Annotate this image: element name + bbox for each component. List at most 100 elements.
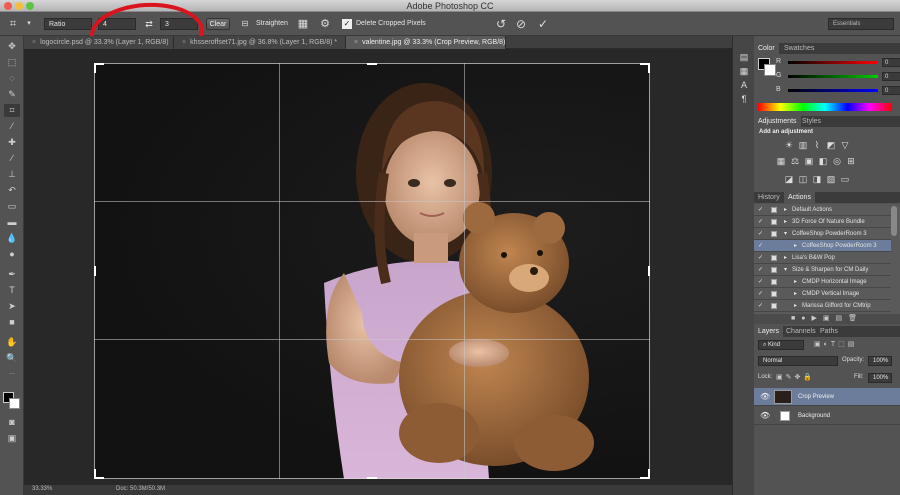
lasso-tool-icon[interactable]: ◌ xyxy=(4,72,20,85)
delete-cropped-checkbox[interactable]: ✓ xyxy=(342,19,352,29)
photo-canvas[interactable] xyxy=(94,63,650,479)
eyedropper-tool-icon[interactable]: ⁄ xyxy=(4,120,20,133)
lock-icons[interactable]: ▣✎✥🔒 xyxy=(776,373,815,381)
healing-brush-tool-icon[interactable]: ✚ xyxy=(4,136,20,149)
tab-styles[interactable]: Styles xyxy=(798,116,825,127)
clear-button[interactable]: Clear xyxy=(206,18,230,30)
clone-stamp-tool-icon[interactable]: ⊥ xyxy=(4,168,20,181)
tab-layers[interactable]: Layers xyxy=(754,326,784,337)
tab-history[interactable]: History xyxy=(754,192,784,203)
workspace-select[interactable]: Essentials xyxy=(828,18,894,30)
panel-background-swatch[interactable] xyxy=(764,64,776,76)
tab-channels[interactable]: Channels xyxy=(782,326,820,337)
opacity-field[interactable]: 100% xyxy=(868,356,892,366)
dodge-tool-icon[interactable]: ● xyxy=(4,248,20,261)
zoom-level[interactable]: 33.33% xyxy=(32,486,52,492)
overlay-grid-icon[interactable]: ▦ xyxy=(296,17,310,31)
type-tool-icon[interactable]: T xyxy=(4,284,20,297)
marquee-tool-icon[interactable]: ⬚ xyxy=(4,56,20,69)
tab-color[interactable]: Color xyxy=(754,43,779,54)
eye-icon[interactable]: 👁 xyxy=(760,407,770,425)
crop-corner-handle[interactable] xyxy=(640,63,650,73)
color-balance-icon[interactable]: ▣ xyxy=(804,156,814,166)
screen-mode-icon[interactable]: ▣ xyxy=(4,432,20,445)
crop-corner-handle[interactable] xyxy=(640,469,650,479)
action-row-selected[interactable]: ✓ ▸ CoffeeShop PowderRoom 3 xyxy=(754,240,891,252)
history-brush-tool-icon[interactable]: ↶ xyxy=(4,184,20,197)
crop-edge-handle[interactable] xyxy=(367,477,377,479)
gradient-map-icon[interactable]: ▽ xyxy=(840,140,850,150)
pen-tool-icon[interactable]: ✒ xyxy=(4,268,20,281)
crop-edge-handle[interactable] xyxy=(367,63,377,65)
straighten-label[interactable]: Straighten xyxy=(256,20,288,27)
green-slider[interactable]: G 0 xyxy=(776,72,900,81)
action-set-row[interactable]: ✓ ▸ 3D Force Of Nature Bundle xyxy=(754,216,891,228)
tab-swatches[interactable]: Swatches xyxy=(780,43,818,54)
curves-adjust-icon[interactable]: ⌇ xyxy=(812,140,822,150)
layer-filter-icons[interactable]: ▣◐T⬚▤ xyxy=(814,340,857,348)
action-set-row[interactable]: ✓ ▾ Size & Sharpen for CM Daily xyxy=(754,264,891,276)
crop-tool-icon[interactable]: ⌗ xyxy=(6,17,20,31)
crop-edge-handle[interactable] xyxy=(648,266,650,276)
history-panel-icon[interactable]: ▤ xyxy=(739,52,749,62)
cancel-crop-icon[interactable]: ⊘ xyxy=(514,17,528,31)
exposure-adjust-icon[interactable]: ◩ xyxy=(826,140,836,150)
path-select-tool-icon[interactable]: ➤ xyxy=(4,300,20,313)
crop-tool-icon[interactable]: ⌗ xyxy=(4,104,20,117)
tool-preset-dropdown-icon[interactable]: ▾ xyxy=(22,17,36,31)
tab-close-icon[interactable]: × xyxy=(354,39,358,46)
action-row[interactable]: ✓ ▸ Marissa Gifford for CMtrip xyxy=(754,300,891,312)
actions-scrollbar[interactable] xyxy=(891,206,897,236)
red-value-field[interactable]: 0 xyxy=(882,58,900,67)
shape-tool-icon[interactable]: ■ xyxy=(4,316,20,329)
hue-saturation-icon[interactable]: ⚖ xyxy=(790,156,800,166)
paragraph-panel-icon[interactable]: ¶ xyxy=(739,94,749,104)
green-value-field[interactable]: 0 xyxy=(882,72,900,81)
swatches-panel-icon[interactable]: ▦ xyxy=(739,66,749,76)
crop-settings-gear-icon[interactable]: ⚙ xyxy=(318,17,332,31)
background-color-swatch[interactable] xyxy=(9,398,20,409)
levels-adjust-icon[interactable]: ▥ xyxy=(798,140,808,150)
canvas-area[interactable] xyxy=(24,49,750,485)
commit-crop-icon[interactable]: ✓ xyxy=(536,17,550,31)
tab-actions[interactable]: Actions xyxy=(784,192,815,203)
fill-field[interactable]: 100% xyxy=(868,373,892,383)
red-slider[interactable]: R 0 xyxy=(776,58,900,67)
action-set-row[interactable]: ✓ ▾ CoffeeShop PowderRoom 3 xyxy=(754,228,891,240)
layer-filter-kind[interactable]: ⌕ Kind xyxy=(758,340,804,350)
blue-slider[interactable]: B 0 xyxy=(776,86,900,95)
gradient-tool-icon[interactable]: ▬ xyxy=(4,216,20,229)
tab-paths[interactable]: Paths xyxy=(816,326,842,337)
brush-tool-icon[interactable]: ∕ xyxy=(4,152,20,165)
blue-value-field[interactable]: 0 xyxy=(882,86,900,95)
blur-tool-icon[interactable]: 💧 xyxy=(4,232,20,245)
quick-mask-icon[interactable]: ◙ xyxy=(4,416,20,429)
actions-footer-buttons[interactable]: ■●▶▣▤🗑 xyxy=(754,314,900,324)
crop-corner-handle[interactable] xyxy=(94,63,104,73)
more-tools-icon[interactable]: ··· xyxy=(4,368,20,381)
hand-tool-icon[interactable]: ✋ xyxy=(4,336,20,349)
channel-mixer-icon[interactable]: ⊞ xyxy=(846,156,856,166)
tab-khsseroffset71[interactable]: × khsseroffset71.jpg @ 36.8% (Layer 1, RG… xyxy=(174,36,346,49)
tab-valentine[interactable]: × valentine.jpg @ 33.3% (Crop Preview, RG… xyxy=(346,36,506,49)
tab-logocircle[interactable]: × logocircle.psd @ 33.3% (Layer 1, RGB/8) xyxy=(24,36,174,49)
vibrance-adjust-icon[interactable]: ▦ xyxy=(776,156,786,166)
tab-close-icon[interactable]: × xyxy=(32,39,36,46)
posterize-adjust-icon[interactable]: ◫ xyxy=(798,174,808,184)
crop-corner-handle[interactable] xyxy=(94,469,104,479)
color-spectrum-bar[interactable] xyxy=(758,103,892,111)
zoom-tool-icon[interactable]: 🔍 xyxy=(4,352,20,365)
invert-adjust-icon[interactable]: ◪ xyxy=(784,174,794,184)
quick-select-tool-icon[interactable]: ✎ xyxy=(4,88,20,101)
action-row[interactable]: ✓ ▸ CMDP Horizontal Image xyxy=(754,276,891,288)
action-set-row[interactable]: ✓ ▸ Lisa's B&W Pop xyxy=(754,252,891,264)
threshold-adjust-icon[interactable]: ◨ xyxy=(812,174,822,184)
selective-color-icon[interactable]: ▨ xyxy=(826,174,836,184)
straighten-icon[interactable]: ⊟ xyxy=(238,17,252,31)
eye-icon[interactable]: 👁 xyxy=(760,388,770,406)
eraser-tool-icon[interactable]: ▭ xyxy=(4,200,20,213)
layer-row-crop-preview[interactable]: 👁 Crop Preview xyxy=(754,388,900,406)
black-white-icon[interactable]: ◧ xyxy=(818,156,828,166)
character-panel-icon[interactable]: A xyxy=(739,80,749,90)
blend-mode-select[interactable]: Normal xyxy=(758,356,838,366)
